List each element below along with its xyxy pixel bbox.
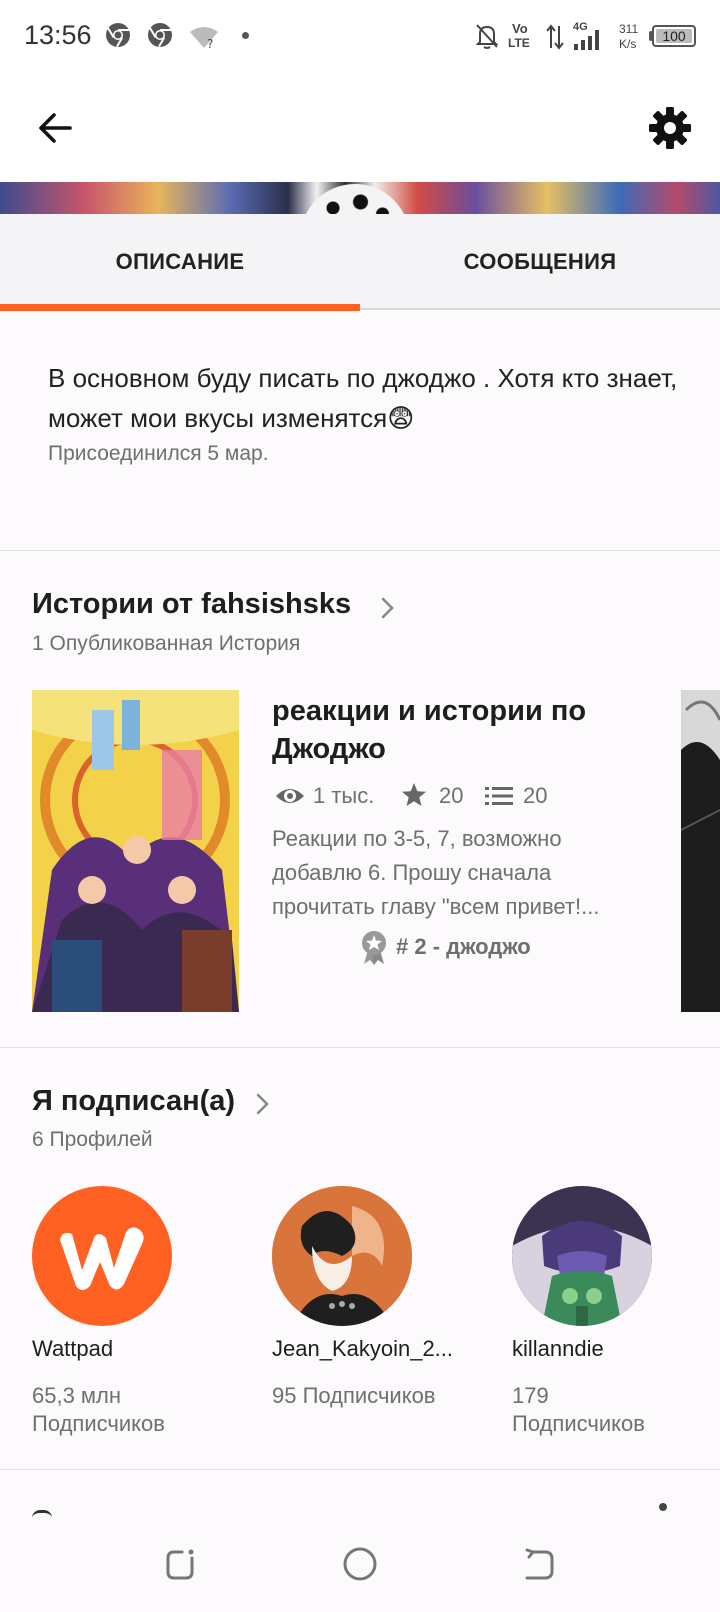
profile-followers: 179 Подписчиков xyxy=(512,1382,702,1438)
tab-messages[interactable]: СООБЩЕНИЯ xyxy=(360,214,720,310)
votes-stat: 20 xyxy=(401,780,471,812)
bell-off-icon xyxy=(475,24,499,49)
data-arrows-icon xyxy=(546,24,564,50)
speed-value: 311 xyxy=(619,22,639,36)
back-button[interactable] xyxy=(32,104,80,152)
story-title[interactable]: реакции и истории по Джоджо xyxy=(272,692,652,768)
story-description: Реакции по 3-5, 7, возможно добавлю 6. П… xyxy=(272,826,600,919)
chevron-right-icon[interactable] xyxy=(378,594,398,622)
avatar[interactable] xyxy=(32,1186,172,1326)
followers-label: Подписчиков xyxy=(512,1411,645,1436)
dot-icon xyxy=(659,1503,667,1511)
profile-avatar-partial xyxy=(300,184,410,214)
profile-name[interactable]: Jean_Kakyoin_2... xyxy=(272,1336,453,1362)
parts-count: 20 xyxy=(523,783,548,808)
wattpad-logo-icon xyxy=(60,1227,144,1290)
active-tab-indicator xyxy=(0,304,360,311)
votes-count: 20 xyxy=(439,783,464,808)
followers-value: 95 Подписчиков xyxy=(272,1383,436,1408)
eye-icon xyxy=(276,789,304,803)
followers-value: 65,3 млн xyxy=(32,1383,122,1408)
list-icon xyxy=(485,787,513,805)
reads-stat: 1 тыс. xyxy=(275,780,385,812)
app-bar xyxy=(0,74,720,182)
profile-followers: 65,3 млн Подписчиков xyxy=(32,1382,222,1438)
status-time: 13:56 xyxy=(24,20,92,50)
tab-description[interactable]: ОПИСАНИЕ xyxy=(0,214,360,310)
stories-count: 1 Опубликованная История xyxy=(32,632,301,655)
parts-stat: 20 xyxy=(485,780,555,812)
followers-label: Подписчиков xyxy=(32,1411,165,1436)
svg-text:?: ? xyxy=(207,37,213,50)
profile-name[interactable]: Wattpad xyxy=(32,1336,113,1362)
next-story-cover[interactable] xyxy=(681,690,720,1012)
recent-apps-icon[interactable] xyxy=(160,1544,200,1584)
battery-icon: 100 xyxy=(652,25,696,47)
star-icon xyxy=(402,783,426,806)
chrome-icon xyxy=(106,23,130,48)
battery-tip xyxy=(649,31,653,41)
divider xyxy=(0,1469,720,1470)
profile-name[interactable]: killanndie xyxy=(512,1336,604,1362)
divider xyxy=(0,550,720,551)
ranking-badge-icon xyxy=(362,931,386,965)
settings-button[interactable] xyxy=(646,104,694,152)
profile-followers: 95 Подписчиков xyxy=(272,1382,462,1410)
reads-count: 1 тыс. xyxy=(313,783,375,808)
divider xyxy=(0,1047,720,1048)
status-bar: 13:56 ? Vo LTE 4G 311 K/s 100 xyxy=(0,0,720,74)
joined-date: Присоединился 5 мар. xyxy=(48,442,269,465)
signal-icon xyxy=(574,30,599,50)
battery-level: 100 xyxy=(656,29,692,43)
volte-top: Vo xyxy=(512,21,528,36)
profile-description: В основном буду писать по джоджо . Хотя … xyxy=(48,363,678,433)
followers-value: 179 xyxy=(512,1383,549,1408)
profile-banner xyxy=(0,182,720,214)
chevron-right-icon[interactable] xyxy=(253,1090,273,1118)
speed-unit: K/s xyxy=(619,37,637,51)
stories-section-title[interactable]: Истории от fahsishsks xyxy=(32,588,351,621)
gear-icon xyxy=(649,107,691,149)
volte-bottom: LTE xyxy=(508,36,530,50)
home-icon[interactable] xyxy=(340,1544,380,1584)
wifi-question-icon: ? xyxy=(190,27,218,50)
next-section-partial xyxy=(32,1510,52,1518)
story-cover[interactable] xyxy=(32,690,239,1012)
following-count: 6 Профилей xyxy=(32,1128,153,1151)
back-nav-icon[interactable] xyxy=(519,1544,559,1584)
avatar[interactable] xyxy=(512,1186,652,1326)
arrow-left-icon xyxy=(39,113,72,143)
system-nav-bar xyxy=(0,1520,720,1612)
following-section-title[interactable]: Я подписан(а) xyxy=(32,1085,235,1118)
avatar[interactable] xyxy=(272,1186,412,1326)
dot-icon xyxy=(242,32,249,39)
chrome-icon xyxy=(148,23,172,48)
rank-label: # 2 - джоджо xyxy=(396,934,531,959)
profile-tabs: ОПИСАНИЕ СООБЩЕНИЯ xyxy=(0,214,720,311)
